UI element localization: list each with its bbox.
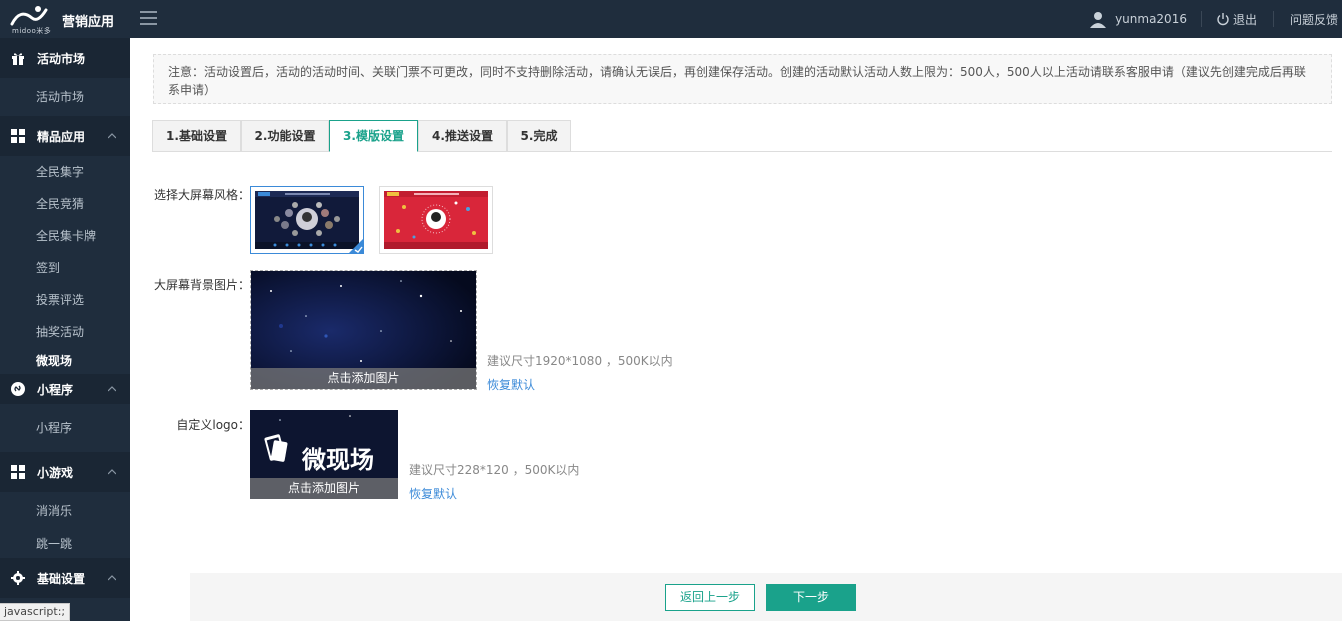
- miniprogram-icon: [11, 382, 25, 396]
- sidebar-section-miniprogram[interactable]: 小程序: [0, 374, 130, 404]
- status-bar-tooltip: javascript:;: [0, 603, 71, 621]
- chevron-up-icon: [108, 386, 116, 392]
- bg-image-upload[interactable]: 点击添加图片: [250, 270, 477, 390]
- chevron-up-icon: [108, 469, 116, 475]
- gift-icon: [12, 53, 24, 65]
- logout-label: 退出: [1232, 12, 1257, 27]
- user-icon: [1090, 12, 1107, 28]
- tab-push-settings[interactable]: 4.推送设置: [418, 120, 507, 152]
- sidebar-item-lottery[interactable]: 抽奖活动: [0, 316, 130, 348]
- feedback-link[interactable]: 问题反馈: [1274, 11, 1342, 28]
- check-icon: [348, 238, 364, 254]
- style-label: 选择大屏幕风格：: [153, 188, 250, 202]
- top-navbar: midoo米多 营销应用 yunma2016 退出 问题反馈: [0, 0, 1342, 38]
- sidebar-item-match3[interactable]: 消消乐: [0, 492, 130, 530]
- username: yunma2016: [1115, 12, 1187, 26]
- logo-image-upload[interactable]: 微现场 点击添加图片: [250, 410, 398, 499]
- dark-style-preview: [255, 191, 359, 249]
- tab-function-settings[interactable]: 2.功能设置: [241, 120, 329, 152]
- sidebar-item-jump[interactable]: 跳一跳: [0, 530, 130, 558]
- bg-label: 大屏幕背景图片：: [153, 278, 250, 292]
- notice-box: 注意：活动设置后，活动的活动时间、关联门票不可更改，同时不支持删除活动，请确认无…: [153, 54, 1332, 104]
- sidebar-section-premium-apps[interactable]: 精品应用: [0, 116, 130, 156]
- sidebar: 活动市场 活动市场 精品应用 全民集字 全民竞猜 全民集卡牌 签到 投票评选 抽…: [0, 38, 130, 621]
- tab-finish[interactable]: 5.完成: [507, 120, 571, 152]
- logo-subtext: midoo米多: [12, 27, 52, 35]
- step-tabs: 1.基础设置 2.功能设置 3.模版设置 4.推送设置 5.完成: [152, 120, 1332, 152]
- app-title: 营销应用: [62, 15, 115, 30]
- sidebar-item-collect-words[interactable]: 全民集字: [0, 156, 130, 188]
- sidebar-section-activity-market[interactable]: 活动市场: [0, 38, 130, 78]
- sidebar-item-activity-market[interactable]: 活动市场: [0, 78, 130, 116]
- back-button[interactable]: 返回上一步: [665, 584, 755, 611]
- apps-grid-icon: [11, 465, 25, 479]
- chevron-up-icon: [108, 575, 116, 581]
- logo-size-hint: 建议尺寸228*120 ，500K以内: [409, 463, 580, 477]
- tab-basic-settings[interactable]: 1.基础设置: [152, 120, 241, 152]
- logo-preview-text: 微现场: [302, 446, 374, 474]
- logout-button[interactable]: 退出: [1202, 11, 1273, 28]
- sidebar-item-live-scene[interactable]: 微现场: [0, 348, 130, 374]
- menu-toggle-icon[interactable]: [140, 11, 157, 25]
- red-style-preview: [384, 191, 488, 249]
- logo-restore-default-link[interactable]: 恢复默认: [409, 485, 457, 502]
- next-button[interactable]: 下一步: [766, 584, 856, 611]
- bg-size-hint: 建议尺寸1920*1080 ，500K以内: [487, 354, 673, 368]
- bg-upload-button-label[interactable]: 点击添加图片: [251, 368, 476, 389]
- gear-icon: [11, 571, 25, 585]
- chevron-up-icon: [108, 133, 116, 139]
- sidebar-item-vote[interactable]: 投票评选: [0, 284, 130, 316]
- main-content: 注意：活动设置后，活动的活动时间、关联门票不可更改，同时不支持删除活动，请确认无…: [130, 38, 1342, 621]
- sidebar-section-basic-settings[interactable]: 基础设置: [0, 558, 130, 598]
- bg-restore-default-link[interactable]: 恢复默认: [487, 376, 535, 393]
- logo-label: 自定义logo：: [176, 418, 250, 432]
- screen-style-red[interactable]: [379, 186, 493, 254]
- user-menu[interactable]: yunma2016: [1089, 10, 1201, 28]
- sidebar-item-collect-cards[interactable]: 全民集卡牌: [0, 220, 130, 252]
- sidebar-item-guess[interactable]: 全民竞猜: [0, 188, 130, 220]
- screen-style-dark[interactable]: [250, 186, 364, 254]
- power-icon: [1217, 13, 1229, 26]
- sidebar-item-miniprogram[interactable]: 小程序: [0, 404, 130, 452]
- tab-template-settings[interactable]: 3.模版设置: [329, 120, 418, 152]
- footer-action-bar: 返回上一步 下一步: [190, 573, 1342, 621]
- sidebar-section-minigames[interactable]: 小游戏: [0, 452, 130, 492]
- logo-upload-button-label[interactable]: 点击添加图片: [250, 478, 398, 499]
- sidebar-item-checkin[interactable]: 签到: [0, 252, 130, 284]
- apps-grid-icon: [11, 129, 25, 143]
